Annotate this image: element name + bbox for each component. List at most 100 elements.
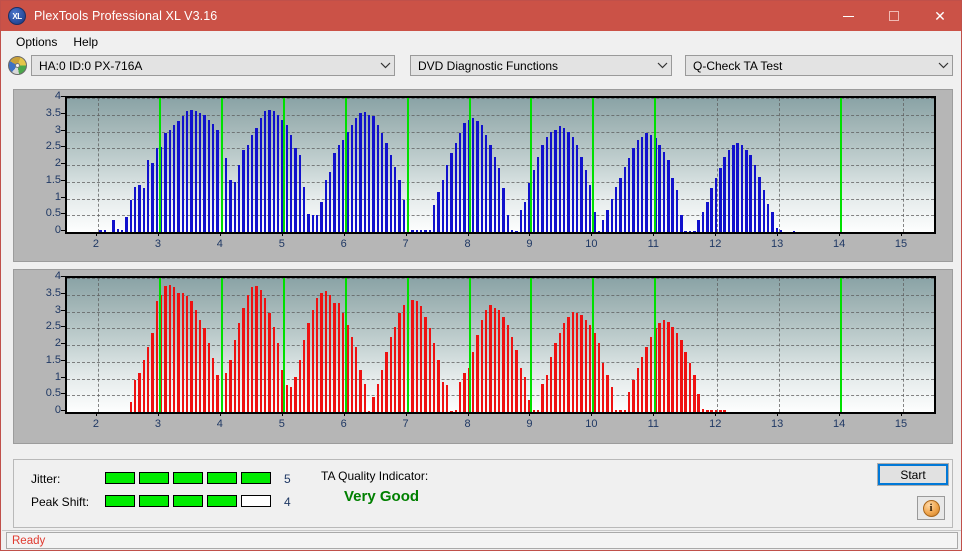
chart-bar: [571, 311, 575, 412]
start-button[interactable]: Start: [877, 463, 949, 486]
y-axis-tick: [61, 326, 65, 328]
marker-line: [654, 98, 657, 232]
chart-bar: [133, 186, 137, 232]
chart-bar: [324, 291, 328, 412]
minimize-button[interactable]: [825, 1, 871, 31]
chart-bar: [302, 339, 306, 412]
drive-select[interactable]: HA:0 ID:0 PX-716A: [31, 55, 395, 76]
chart-bar: [563, 323, 566, 412]
chart-bar: [645, 346, 648, 412]
marker-line: [158, 278, 161, 412]
chart-bar: [394, 166, 397, 232]
chart-bar: [502, 188, 505, 232]
gridline-horizontal: [67, 148, 934, 150]
chart-bar: [459, 381, 462, 412]
info-icon: i: [922, 499, 940, 517]
chart-bar: [727, 149, 731, 232]
y-axis-tick: [61, 196, 65, 198]
chart-bar: [636, 368, 640, 412]
chart-bar: [545, 375, 549, 412]
chart-bar: [389, 154, 393, 232]
chart-bar: [545, 136, 549, 232]
y-axis-tick: [61, 96, 65, 97]
chart-bar: [168, 284, 171, 412]
chart-bar: [389, 336, 393, 412]
chart-bar: [315, 215, 319, 232]
function-select[interactable]: DVD Diagnostic Functions: [410, 55, 672, 76]
gridline-horizontal: [67, 114, 934, 116]
x-axis-label: 12: [709, 238, 722, 250]
chart-bar: [151, 163, 154, 232]
chart-bar: [684, 351, 687, 412]
chart-bar: [346, 324, 349, 412]
peak-shift-meter: [105, 495, 271, 507]
gridline-horizontal: [67, 181, 934, 183]
chart-bar: [485, 134, 488, 232]
chart-bar: [701, 211, 705, 232]
meter-segment: [207, 495, 237, 507]
y-axis-tick: [61, 276, 65, 277]
chart-bar: [489, 304, 492, 412]
chart-bar: [437, 191, 440, 232]
chart-bar: [224, 373, 228, 412]
chart-bar: [771, 211, 774, 232]
gridline-horizontal: [67, 131, 934, 133]
x-axis-label: 13: [771, 418, 784, 430]
x-axis-tick: [343, 412, 345, 416]
gridline-horizontal: [67, 165, 934, 166]
chart-bar: [250, 134, 254, 232]
chart-bar: [294, 148, 297, 232]
chart-bar: [337, 144, 341, 232]
chart-bar: [719, 168, 722, 232]
chart-bar: [155, 301, 158, 412]
menu-item-help[interactable]: Help: [65, 33, 106, 51]
x-axis-label: 14: [832, 418, 846, 430]
menu-item-options[interactable]: Options: [8, 33, 65, 51]
meter-segment: [207, 472, 237, 484]
close-button[interactable]: ✕: [917, 1, 961, 31]
peak-shift-plot-area: [65, 276, 936, 414]
peak-shift-value: 4: [284, 495, 291, 509]
chart-bar: [242, 308, 245, 412]
test-select[interactable]: Q-Check TA Test: [685, 55, 953, 76]
x-axis-label: 12: [709, 418, 722, 430]
x-axis-label: 4: [216, 238, 223, 250]
meter-segment: [241, 472, 271, 484]
x-axis-tick: [777, 232, 779, 236]
meter-segment: [105, 472, 135, 484]
meter-segment: [241, 495, 271, 507]
chart-bar: [433, 205, 436, 232]
chart-bar: [658, 144, 661, 232]
chart-bar: [125, 216, 128, 232]
chart-bar: [307, 213, 310, 232]
chart-bar: [671, 326, 674, 412]
x-axis-tick: [219, 232, 221, 236]
chart-bar: [385, 143, 388, 232]
gridline-vertical: [97, 278, 99, 412]
chart-bar: [441, 381, 445, 412]
chart-bar: [472, 351, 475, 412]
chart-bar: [155, 148, 158, 232]
chart-bar: [224, 158, 228, 232]
x-axis-label: 5: [278, 418, 285, 430]
chart-bar: [289, 386, 293, 412]
gridline-horizontal: [67, 328, 934, 330]
close-icon: ✕: [934, 8, 946, 24]
y-axis-label: 0.5: [45, 207, 61, 220]
chart-bar: [606, 210, 609, 232]
status-text: Ready: [12, 534, 46, 547]
chart-bar: [398, 180, 401, 232]
gridline-vertical: [717, 98, 719, 232]
maximize-button[interactable]: [871, 1, 917, 31]
gridline-horizontal: [67, 311, 934, 313]
gridline-horizontal: [67, 98, 934, 99]
info-button[interactable]: i: [917, 496, 945, 520]
chart-bar: [151, 333, 154, 412]
chart-bar: [714, 178, 718, 232]
x-axis-label: 2: [92, 238, 100, 250]
chart-bar: [285, 124, 289, 232]
chart-bar: [372, 116, 375, 232]
chart-bar: [376, 383, 380, 412]
chart-bar: [459, 133, 462, 232]
chart-bar: [662, 151, 666, 232]
